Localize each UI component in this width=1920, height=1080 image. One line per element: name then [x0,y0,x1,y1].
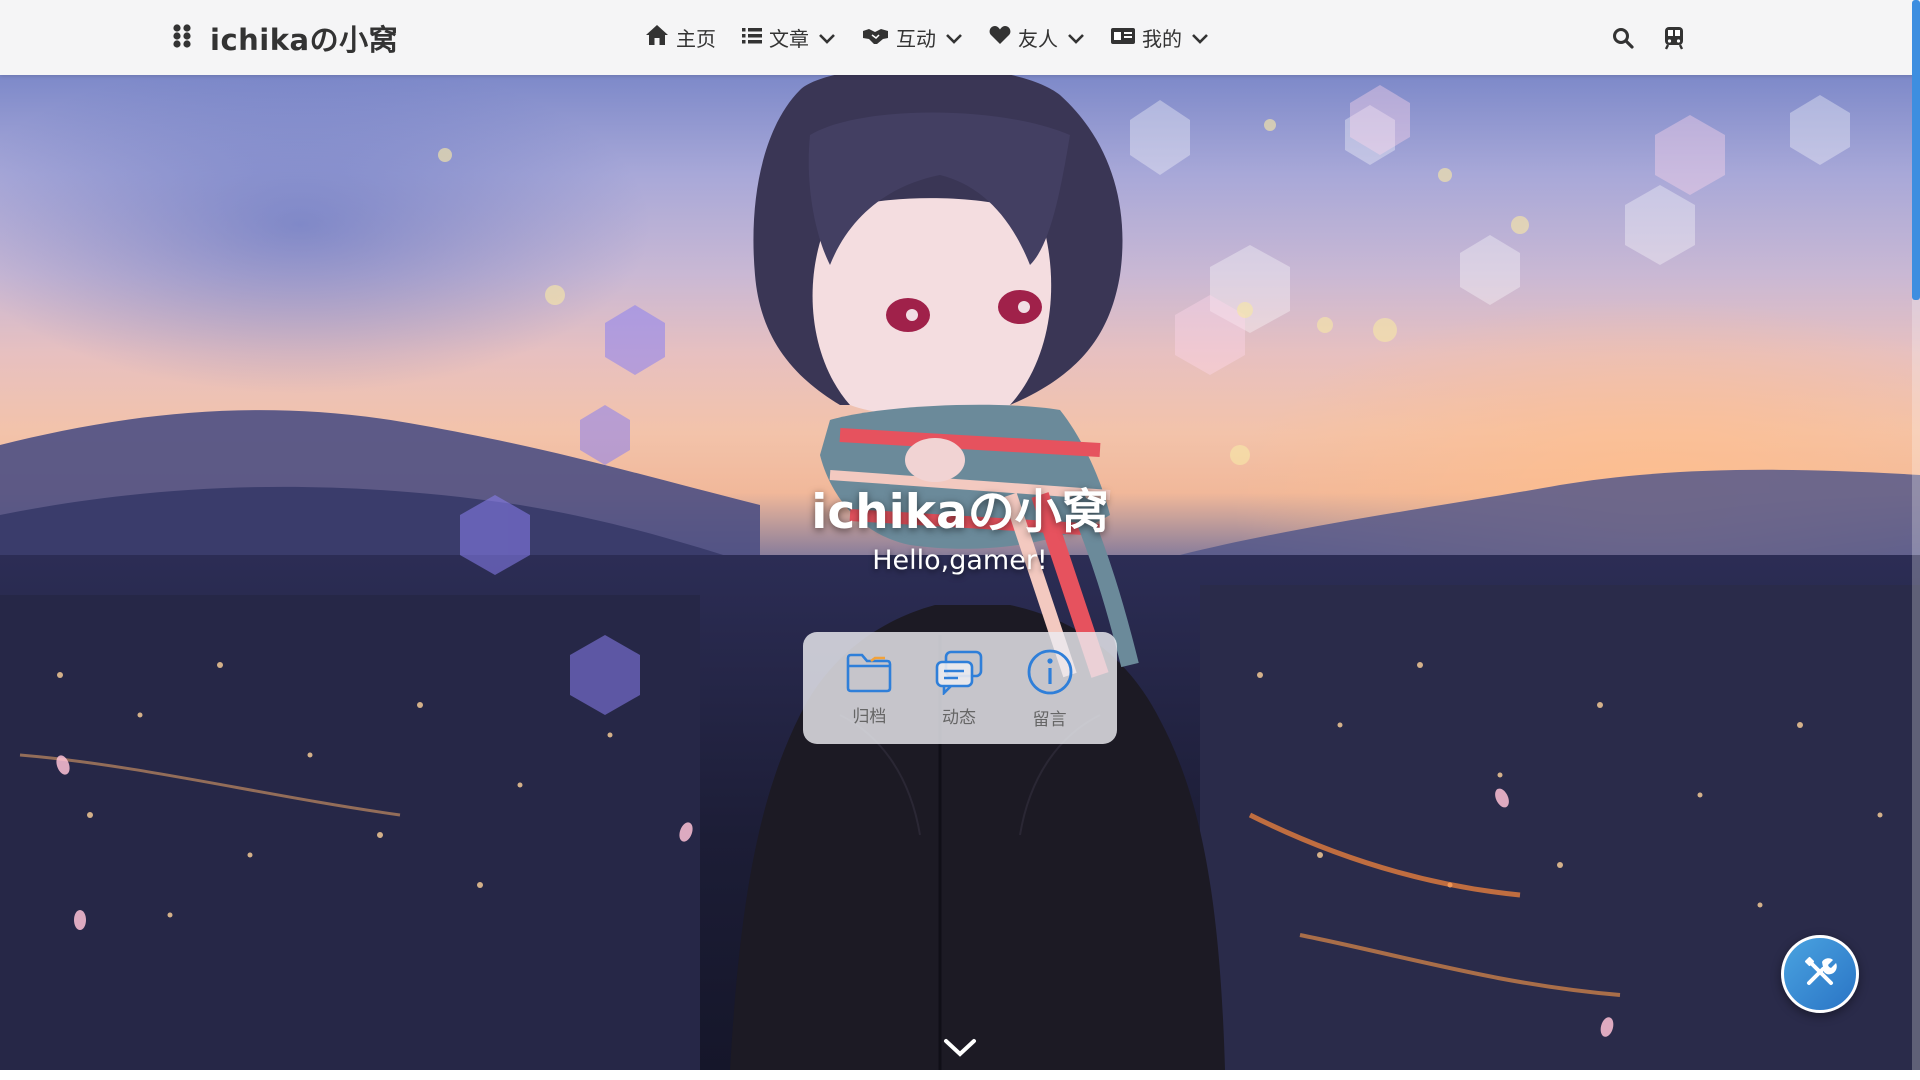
anime-girl-illustration [730,75,1225,1070]
chat-icon [934,649,984,699]
quick-link-label: 留言 [1032,709,1067,730]
menu-item-interaction[interactable]: 互动 [862,23,963,52]
tools-icon [1802,954,1838,994]
page-scrollbar-thumb[interactable] [1912,0,1920,300]
menu-item-label: 文章 [769,27,809,51]
chevron-down-icon [942,1039,978,1063]
menu-item-home[interactable]: 主页 [645,23,716,52]
quick-link-label: 动态 [941,707,976,728]
navbar-inner: ichikaの小窝 主页 文章 互动 友人 我的 [0,0,1920,75]
site-title[interactable]: ichikaの小窝 [210,17,398,59]
hero-banner: ichikaの小窝 Hello,gamer! 归档 动态 留言 [0,75,1920,1070]
home-icon [645,24,669,51]
chevron-down-icon [1191,26,1209,50]
quick-link-archive[interactable]: 归档 [845,650,893,727]
menu-item-label: 友人 [1018,27,1058,51]
menu-item-mine[interactable]: 我的 [1111,23,1209,52]
quick-link-moments[interactable]: 动态 [934,649,984,728]
menu-item-label: 主页 [676,27,716,51]
chevron-down-icon [1067,26,1085,50]
scroll-down-button[interactable] [942,1037,978,1063]
handshake-icon [862,26,889,50]
quick-link-guestbook[interactable]: 留言 [1025,647,1075,730]
page: ichikaの小窝 主页 文章 互动 友人 我的 ichikaの小窝 Hello… [0,0,1920,1080]
chevron-down-icon [818,26,836,50]
info-icon [1025,647,1075,701]
chevron-down-icon [945,26,963,50]
menu-item-articles[interactable]: 文章 [742,23,836,52]
menu-item-label: 互动 [896,27,936,51]
menu-item-friends[interactable]: 友人 [989,23,1085,52]
main-menu: 主页 文章 互动 友人 我的 [645,0,1209,75]
site-brand[interactable]: ichikaの小窝 [172,0,398,75]
quick-link-label: 归档 [852,706,887,727]
quick-links-panel: 归档 动态 留言 [803,632,1117,744]
search-icon[interactable] [1612,27,1634,49]
menu-item-label: 我的 [1142,27,1182,51]
content-area-edge [0,1070,1920,1080]
navbar-actions [1612,0,1684,75]
grid-menu-icon[interactable] [172,23,192,53]
tools-floating-button[interactable] [1781,935,1859,1013]
train-icon[interactable] [1664,26,1684,50]
heart-icon [989,25,1011,50]
top-navbar: ichikaの小窝 主页 文章 互动 友人 我的 [0,0,1920,75]
list-icon [742,26,762,50]
folder-icon [845,650,893,698]
id-card-icon [1111,26,1135,50]
